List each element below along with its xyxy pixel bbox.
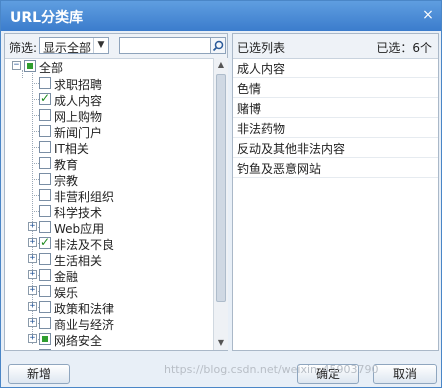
tree-guide <box>32 131 39 132</box>
expand-icon[interactable]: + <box>28 238 37 247</box>
expand-icon[interactable]: + <box>28 222 37 231</box>
tree-guide <box>32 99 39 100</box>
expand-icon[interactable]: + <box>28 302 37 311</box>
scroll-up-icon[interactable]: ▲ <box>214 58 228 72</box>
selected-list-title: 已选列表 <box>237 41 286 55</box>
tree-item[interactable]: 教育 <box>5 155 213 172</box>
tree-scrollbar[interactable]: ▲ ▼ <box>213 58 228 350</box>
selected-count: 已选：6个 <box>376 41 432 55</box>
tree-item-checkbox[interactable] <box>39 317 51 329</box>
tree-item[interactable]: + 政策和法律 <box>5 299 213 316</box>
selected-item[interactable]: 非法药物 <box>233 118 438 138</box>
tree-item[interactable]: 新闻门户 <box>5 123 213 140</box>
tree-item[interactable]: + 金融 <box>5 267 213 284</box>
tree-item-checkbox[interactable] <box>39 253 51 265</box>
tree-item-checkbox[interactable] <box>39 141 51 153</box>
selected-list-header: 已选列表 已选：6个 <box>233 34 438 59</box>
selected-item[interactable]: 反动及其他非法内容 <box>233 138 438 158</box>
expand-icon[interactable]: + <box>28 254 37 263</box>
tree-item-checkbox[interactable] <box>39 333 51 345</box>
selected-item[interactable]: 成人内容 <box>233 58 438 78</box>
expand-icon[interactable]: + <box>28 334 37 343</box>
search-input[interactable] <box>119 37 211 54</box>
close-icon[interactable]: × <box>420 7 436 23</box>
tree-item[interactable]: 宗教 <box>5 171 213 188</box>
filter-dropdown-value: 显示全部 <box>43 41 92 55</box>
collapse-icon[interactable]: − <box>12 61 21 70</box>
expand-icon[interactable]: + <box>28 318 37 327</box>
tree-item[interactable]: +软件升级 <box>5 347 213 350</box>
title-bar: URL分类库 × <box>1 1 441 31</box>
tree-root[interactable]: − 全部 <box>5 58 213 75</box>
expand-icon[interactable]: + <box>28 270 37 279</box>
tree-item-checkbox[interactable] <box>39 285 51 297</box>
tree-item-checkbox[interactable] <box>39 189 51 201</box>
tree-item[interactable]: IT相关 <box>5 139 213 156</box>
dialog-title: URL分类库 <box>10 10 84 26</box>
tree-guide <box>32 211 39 212</box>
tree-item[interactable]: + 娱乐 <box>5 283 213 300</box>
url-category-dialog: URL分类库 × 筛选: 显示全部 ▼ − 全部 求职招聘 ✓ 成人内容 网上购… <box>0 0 442 388</box>
tree-item[interactable]: + 网络安全 <box>5 331 213 348</box>
watermark-text: https://blog.csdn.net/weixin_45903790 <box>164 363 379 376</box>
search-button[interactable] <box>211 37 226 54</box>
category-tree: − 全部 求职招聘成人内容网上购物新闻门户IT相关教育宗教非营利组织科学技术+W… <box>5 58 213 350</box>
tree-guide <box>32 147 39 148</box>
tree-item-checkbox[interactable] <box>39 157 51 169</box>
tree-item[interactable]: 成人内容 <box>5 91 213 108</box>
selected-item-label: 色情 <box>237 82 262 96</box>
tree-item-checkbox[interactable] <box>39 269 51 281</box>
chevron-down-icon[interactable]: ▼ <box>93 38 108 53</box>
selected-list-panel: 已选列表 已选：6个 成人内容 色情 赌博 非法药物 反动及其他非法内容 钓鱼及… <box>232 33 439 351</box>
tree-item-checkbox[interactable] <box>39 349 51 350</box>
selected-item-label: 成人内容 <box>237 62 286 76</box>
tree-item-label: 软件升级 <box>54 348 102 350</box>
tree-item-checkbox[interactable] <box>39 235 51 249</box>
tree-item-checkbox[interactable] <box>39 301 51 313</box>
selected-item[interactable]: 赌博 <box>233 98 438 118</box>
tree-root-checkbox[interactable] <box>24 60 36 72</box>
scroll-down-icon[interactable]: ▼ <box>214 336 228 350</box>
selected-item[interactable]: 色情 <box>233 78 438 98</box>
tree-item-checkbox[interactable] <box>39 125 51 137</box>
tree-item-checkbox[interactable] <box>39 221 51 233</box>
selected-item-label: 反动及其他非法内容 <box>237 142 346 156</box>
tree-item[interactable]: + 生活相关 <box>5 251 213 268</box>
cancel-button[interactable]: 取消 <box>373 364 437 384</box>
filter-label: 筛选: <box>9 41 38 55</box>
selected-item-label: 非法药物 <box>237 122 286 136</box>
tree-item[interactable]: 非营利组织 <box>5 187 213 204</box>
search-icon <box>212 40 224 52</box>
tree-item[interactable]: 网上购物 <box>5 107 213 124</box>
selected-item-label: 赌博 <box>237 102 262 116</box>
tree-item-checkbox[interactable] <box>39 91 51 105</box>
tree-item-checkbox[interactable] <box>39 205 51 217</box>
tree-guide <box>32 115 39 116</box>
tree-guide <box>32 195 39 196</box>
tree-item-checkbox[interactable] <box>39 77 51 89</box>
tree-item-checkbox[interactable] <box>39 109 51 121</box>
tree-guide <box>32 83 39 84</box>
selected-item-label: 钓鱼及恶意网站 <box>237 162 322 176</box>
tree-item[interactable]: 科学技术 <box>5 203 213 220</box>
add-button[interactable]: 新增 <box>8 364 70 384</box>
tree-item[interactable]: 求职招聘 <box>5 75 213 92</box>
expand-icon[interactable]: + <box>28 286 37 295</box>
tree-item-checkbox[interactable] <box>39 173 51 185</box>
tree-item[interactable]: + Web应用 <box>5 219 213 236</box>
filter-bar: 筛选: 显示全部 ▼ <box>5 34 227 59</box>
tree-item[interactable]: + 商业与经济 <box>5 315 213 332</box>
filter-dropdown[interactable]: 显示全部 ▼ <box>39 37 109 55</box>
selected-item[interactable]: 钓鱼及恶意网站 <box>233 158 438 178</box>
category-tree-panel: 筛选: 显示全部 ▼ − 全部 求职招聘成人内容网上购物新闻门户IT相关教 <box>4 33 228 351</box>
tree-item[interactable]: +非法及不良 <box>5 235 213 252</box>
scrollbar-thumb[interactable] <box>216 74 226 302</box>
tree-root-label: 全部 <box>39 61 64 75</box>
tree-guide <box>32 179 39 180</box>
tree-guide <box>32 163 39 164</box>
